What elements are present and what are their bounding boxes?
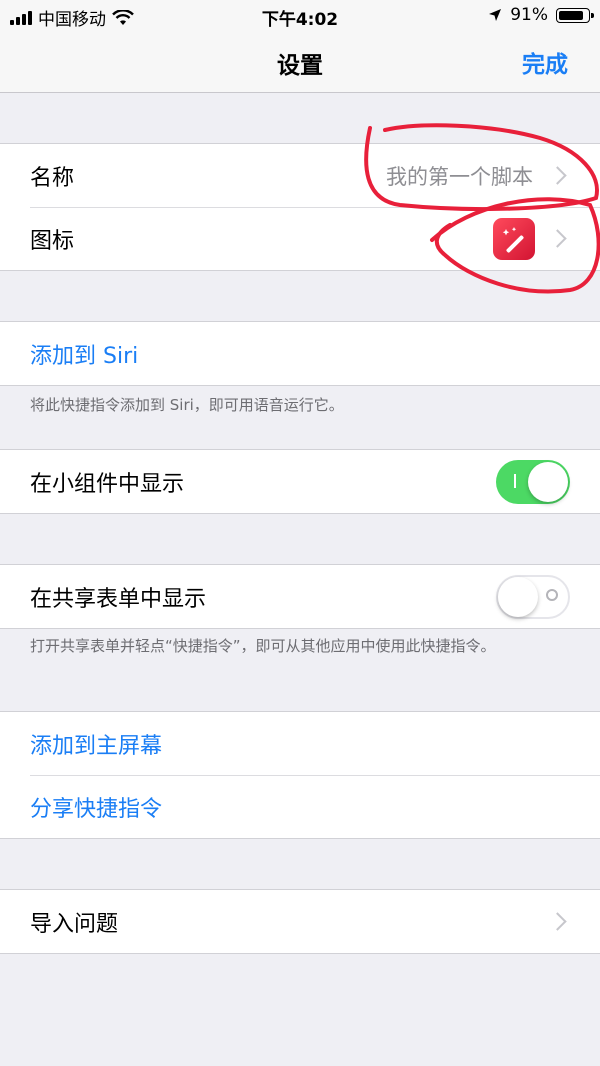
add-to-siri-label: 添加到 Siri [30, 343, 139, 369]
show-in-share-sheet-row: 在共享表单中显示 [0, 565, 600, 628]
name-icon-group: 名称 我的第一个脚本 图标 [0, 143, 600, 271]
icon-row[interactable]: 图标 [0, 207, 600, 270]
siri-group: 添加到 Siri [0, 321, 600, 386]
add-to-siri-row[interactable]: 添加到 Siri [0, 322, 600, 385]
magic-wand-icon [493, 217, 535, 260]
share-shortcut-row[interactable]: 分享快捷指令 [0, 775, 600, 838]
name-value: 我的第一个脚本 [386, 164, 533, 189]
show-in-share-sheet-toggle[interactable] [496, 574, 570, 619]
name-row[interactable]: 名称 我的第一个脚本 [0, 144, 600, 207]
import-questions-row[interactable]: 导入问题 [0, 890, 600, 953]
chevron-right-icon [548, 229, 567, 248]
share-sheet-group: 在共享表单中显示 [0, 564, 600, 629]
widget-group: 在小组件中显示 [0, 449, 600, 514]
show-in-share-sheet-label: 在共享表单中显示 [30, 586, 207, 612]
show-in-widget-row: 在小组件中显示 [0, 450, 600, 513]
page-title: 设置 [277, 53, 323, 79]
done-button[interactable]: 完成 [522, 45, 568, 79]
import-questions-label: 导入问题 [30, 911, 119, 937]
show-in-widget-toggle[interactable] [496, 459, 570, 504]
add-to-home-screen-label: 添加到主屏幕 [30, 733, 163, 759]
navigation-bar: 设置 完成 [0, 32, 600, 93]
name-label: 名称 [30, 165, 75, 191]
chevron-right-icon [548, 912, 567, 931]
icon-label: 图标 [30, 228, 75, 254]
share-shortcut-label: 分享快捷指令 [30, 796, 163, 822]
status-bar: 中国移动 下午4:02 91% [0, 0, 600, 32]
show-in-widget-label: 在小组件中显示 [30, 471, 185, 497]
import-group: 导入问题 [0, 889, 600, 954]
add-to-home-screen-row[interactable]: 添加到主屏幕 [0, 712, 600, 775]
battery-percent: 91% [510, 5, 548, 25]
battery-icon [556, 7, 594, 23]
chevron-right-icon [548, 166, 567, 185]
siri-footer: 将此快捷指令添加到 Siri，即可用语音运行它。 [30, 396, 344, 414]
location-arrow-icon [489, 9, 502, 21]
share-sheet-footer: 打开共享表单并轻点“快捷指令”，即可从其他应用中使用此快捷指令。 [30, 637, 496, 655]
status-right: 91% [488, 5, 594, 25]
actions-group: 添加到主屏幕 分享快捷指令 [0, 711, 600, 839]
